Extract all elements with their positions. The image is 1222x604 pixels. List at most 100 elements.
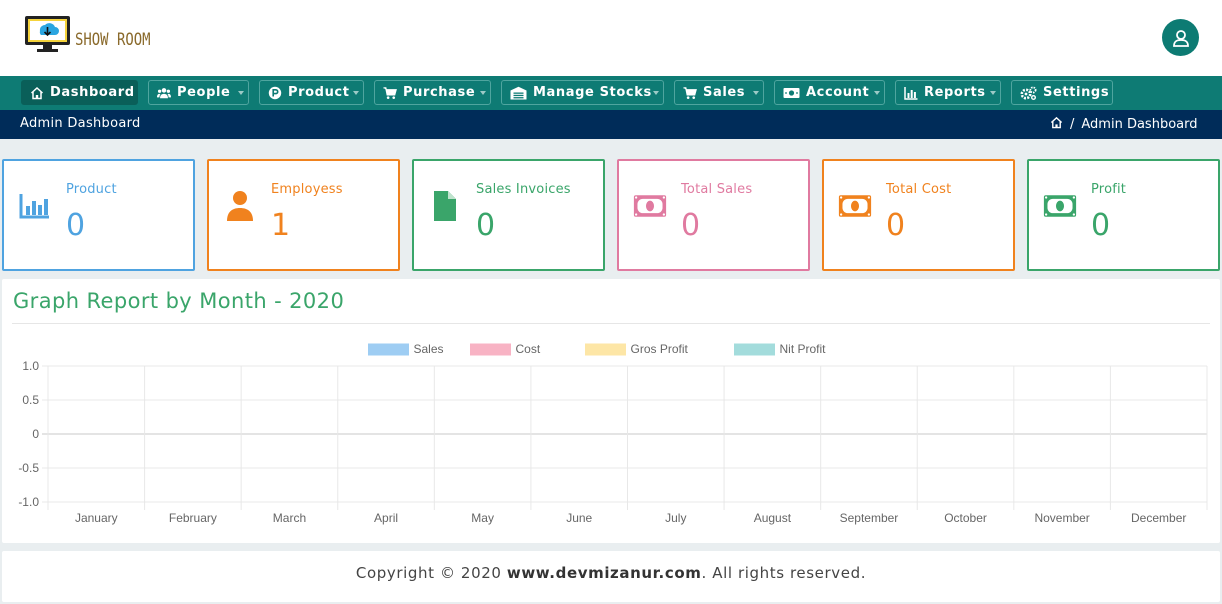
y-tick-label: -1.0 bbox=[18, 495, 39, 509]
cart-icon bbox=[683, 86, 697, 100]
chevron-down-icon bbox=[753, 91, 759, 95]
nav-dashboard[interactable]: Dashboard bbox=[21, 80, 138, 105]
x-tick-label: March bbox=[273, 511, 306, 525]
stat-label: Sales Invoices bbox=[476, 182, 571, 197]
legend-label: Nit Profit bbox=[780, 342, 827, 356]
user-icon bbox=[1172, 29, 1189, 47]
stat-card-sales-invoices[interactable]: Sales Invoices 0 bbox=[412, 159, 605, 271]
x-tick-label: October bbox=[944, 511, 987, 525]
legend-swatch bbox=[368, 343, 409, 356]
users-icon bbox=[157, 86, 171, 100]
x-tick-label: February bbox=[169, 511, 217, 525]
stat-value: 0 bbox=[1091, 208, 1111, 243]
nav-product-label: Product bbox=[288, 85, 350, 100]
legend-swatch bbox=[734, 343, 775, 356]
user-avatar-button[interactable] bbox=[1162, 19, 1199, 56]
stat-label: Total Sales bbox=[681, 182, 753, 197]
nav-account-label: Account bbox=[806, 85, 870, 100]
nav-account[interactable]: Account bbox=[774, 80, 885, 105]
nav-reports-label: Reports bbox=[924, 85, 986, 100]
stat-value: 0 bbox=[681, 208, 701, 243]
monthly-report-chart: Sales Cost Gros Profit Nit Profit 1.0 0.5 0 -0.… bbox=[18, 342, 1208, 525]
nav-sales[interactable]: Sales bbox=[674, 80, 764, 105]
nav-manage-stocks[interactable]: Manage Stocks bbox=[501, 80, 664, 105]
nav-manage-stocks-label: Manage Stocks bbox=[533, 85, 652, 100]
x-tick-label: May bbox=[471, 511, 494, 525]
nav-people-label: People bbox=[177, 85, 231, 100]
home-icon[interactable] bbox=[1050, 116, 1063, 133]
chevron-down-icon bbox=[238, 91, 244, 95]
home-icon bbox=[30, 86, 44, 100]
legend-swatch bbox=[585, 343, 626, 356]
logo-text: SHOW ROOM bbox=[75, 30, 151, 50]
chevron-down-icon bbox=[990, 91, 996, 95]
nav-reports[interactable]: Reports bbox=[895, 80, 1001, 105]
cart-icon bbox=[383, 86, 397, 100]
x-tick-label: July bbox=[665, 511, 686, 525]
stat-card-product[interactable]: Product 0 bbox=[2, 159, 195, 271]
chevron-down-icon bbox=[480, 91, 486, 95]
warehouse-icon bbox=[510, 86, 527, 100]
stat-value: 0 bbox=[66, 208, 86, 243]
x-tick-label: January bbox=[75, 511, 118, 525]
nav-purchase[interactable]: Purchase bbox=[374, 80, 491, 105]
graph-panel: Graph Report by Month - 2020 Sales Cost Gr… bbox=[2, 279, 1220, 543]
monitor-cloud-icon bbox=[25, 16, 70, 52]
nav-sales-label: Sales bbox=[703, 85, 746, 100]
footer-rights: . All rights reserved. bbox=[701, 564, 867, 582]
stat-label: Total Cost bbox=[886, 182, 952, 197]
legend-label: Gros Profit bbox=[631, 342, 689, 356]
footer-copyright: Copyright © 2020 bbox=[355, 564, 507, 582]
legend-label: Cost bbox=[516, 342, 541, 356]
breadcrumb-bar: Admin Dashboard / Admin Dashboard bbox=[0, 110, 1222, 139]
money-icon bbox=[783, 86, 800, 100]
stat-label: Profit bbox=[1091, 182, 1127, 197]
breadcrumb: / Admin Dashboard bbox=[1050, 116, 1197, 133]
y-tick-label: 0.5 bbox=[22, 393, 39, 407]
bar-chart-icon bbox=[904, 86, 918, 100]
footer-site-link[interactable]: www.devmizanur.com bbox=[507, 564, 702, 582]
gears-icon bbox=[1020, 86, 1037, 100]
stat-card-total-sales[interactable]: Total Sales 0 bbox=[617, 159, 810, 271]
nav-dashboard-label: Dashboard bbox=[50, 85, 135, 100]
nav-people[interactable]: People bbox=[148, 80, 249, 105]
file-icon bbox=[428, 189, 462, 223]
x-tick-label: April bbox=[374, 511, 398, 525]
main-nav: Dashboard People Product Purchase Manage… bbox=[0, 76, 1222, 110]
y-tick-label: -0.5 bbox=[18, 461, 39, 475]
x-tick-label: December bbox=[1131, 511, 1186, 525]
stat-value: 0 bbox=[886, 208, 906, 243]
x-tick-label: November bbox=[1034, 511, 1089, 525]
legend-label: Sales bbox=[414, 342, 444, 356]
stat-card-total-cost[interactable]: Total Cost 0 bbox=[822, 159, 1015, 271]
y-tick-label: 1.0 bbox=[22, 359, 39, 373]
x-tick-label: August bbox=[754, 511, 792, 525]
nav-settings-label: Settings bbox=[1043, 85, 1110, 100]
bar-chart-icon bbox=[18, 189, 52, 223]
stat-value: 1 bbox=[271, 208, 291, 243]
nav-purchase-label: Purchase bbox=[403, 85, 476, 100]
page-title: Admin Dashboard bbox=[20, 116, 141, 131]
stat-card-employees[interactable]: Employess 1 bbox=[207, 159, 400, 271]
money-icon bbox=[838, 189, 872, 223]
money-icon bbox=[633, 189, 667, 223]
legend-swatch bbox=[470, 343, 511, 356]
stat-card-profit[interactable]: Profit 0 bbox=[1027, 159, 1220, 271]
x-tick-label: June bbox=[566, 511, 592, 525]
x-tick-label: September bbox=[840, 511, 899, 525]
chevron-down-icon bbox=[353, 91, 359, 95]
chevron-down-icon bbox=[874, 91, 880, 95]
breadcrumb-separator: / bbox=[1070, 117, 1075, 132]
nav-settings[interactable]: Settings bbox=[1011, 80, 1113, 105]
footer: Copyright © 2020 www.devmizanur.com. All… bbox=[2, 551, 1220, 602]
nav-product[interactable]: Product bbox=[259, 80, 364, 105]
breadcrumb-current: Admin Dashboard bbox=[1081, 117, 1198, 132]
user-icon bbox=[223, 189, 257, 223]
brand-logo[interactable]: SHOW ROOM bbox=[24, 15, 167, 53]
stat-label: Employess bbox=[271, 182, 343, 197]
chevron-down-icon bbox=[653, 91, 659, 95]
y-tick-label: 0 bbox=[32, 427, 39, 441]
stat-value: 0 bbox=[476, 208, 496, 243]
product-p-icon bbox=[268, 86, 282, 100]
top-header: SHOW ROOM bbox=[0, 0, 1222, 76]
